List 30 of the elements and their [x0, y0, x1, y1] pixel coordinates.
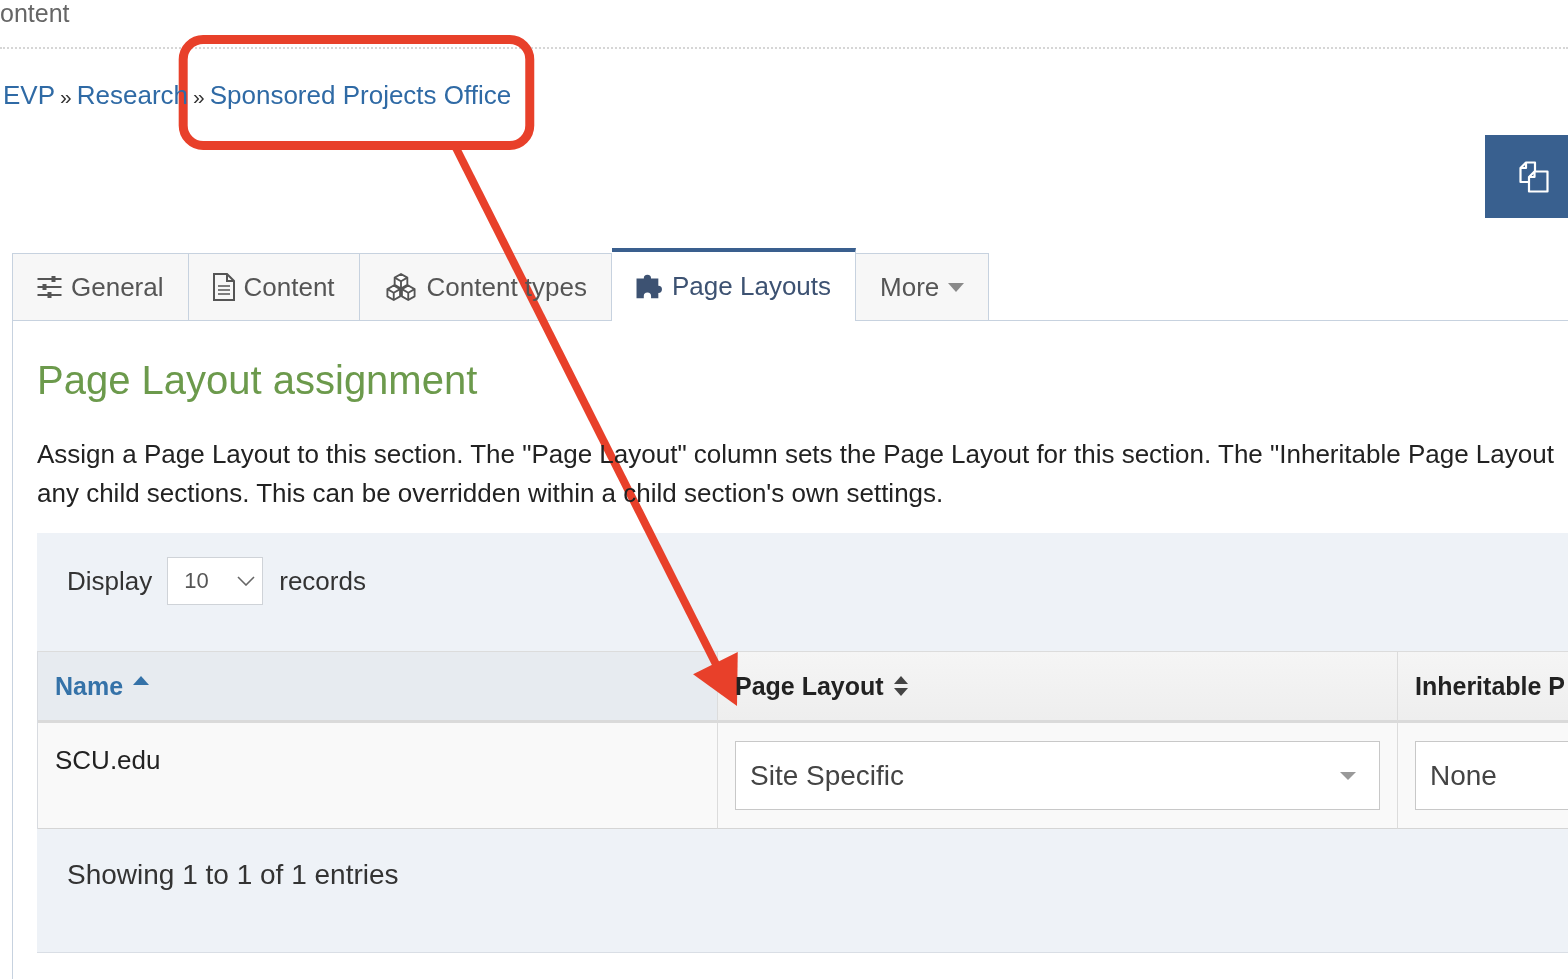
display-label: Display: [67, 565, 153, 597]
tab[interactable]: Page Layouts: [612, 248, 857, 321]
page-title: ontent: [0, 0, 70, 26]
layout-dropdown[interactable]: Site Specific: [735, 741, 1380, 810]
chevron-down-icon: [237, 576, 256, 586]
tab[interactable]: More: [856, 253, 990, 321]
page-size-dropdown[interactable]: 10: [167, 557, 264, 605]
records-label: records: [279, 565, 366, 597]
sliders-icon: [37, 276, 62, 298]
caret-down-icon: [948, 282, 965, 292]
column-header[interactable]: Name: [38, 651, 718, 723]
table-cell-text: SCU.edu: [55, 744, 161, 775]
section-heading: Page Layout assignment: [37, 357, 478, 404]
breadcrumb-link[interactable]: Sponsored Projects Office: [209, 80, 512, 110]
entries-info: Showing 1 to 1 of 1 entries: [66, 858, 399, 890]
copy-icon: [1519, 160, 1549, 193]
layout-dropdown[interactable]: None: [1415, 741, 1568, 810]
document-icon: [212, 273, 235, 301]
breadcrumb-link[interactable]: EVP: [3, 80, 56, 110]
copy-button[interactable]: [1485, 135, 1568, 218]
sort-ascending-icon: [133, 675, 150, 685]
caret-down-icon: [1340, 771, 1356, 780]
column-header[interactable]: Inheritable P: [1398, 651, 1568, 723]
sort-icon: [893, 676, 908, 696]
tab[interactable]: General: [12, 253, 189, 321]
tab[interactable]: Content: [188, 253, 360, 321]
cubes-icon: [383, 273, 418, 301]
breadcrumb-separator: »: [60, 84, 72, 110]
puzzle-icon: [636, 274, 663, 299]
breadcrumb-separator: »: [193, 84, 205, 110]
